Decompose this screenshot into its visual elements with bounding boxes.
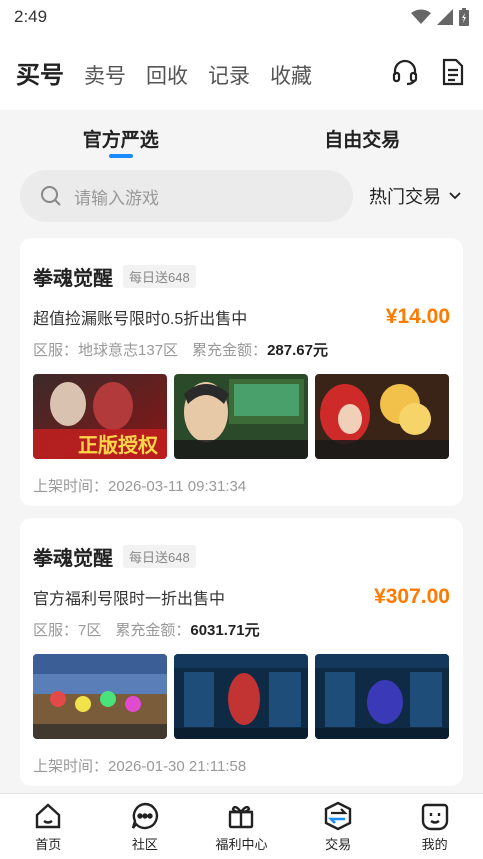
listing-card[interactable]: 拳魂觉醒 每日送648 超值捡漏账号限时0.5折出售中 ¥14.00 区服：地球…: [20, 238, 463, 506]
nav-trade[interactable]: 交易: [290, 794, 387, 859]
listing-price: ¥307.00: [374, 585, 450, 608]
nav-home[interactable]: 首页: [0, 794, 97, 859]
chevron-down-icon: [449, 192, 461, 200]
hot-trade-dropdown[interactable]: 热门交易: [369, 183, 461, 209]
listing-description: 官方福利号限时一折出售中: [33, 591, 226, 608]
customer-service-button[interactable]: [391, 58, 419, 86]
nav-trade-label: 交易: [325, 836, 352, 852]
community-icon: [131, 802, 159, 829]
top-bar: 买号 卖号 回收 记录 收藏: [0, 34, 483, 110]
game-screenshot[interactable]: 正版授权: [33, 374, 167, 459]
profile-icon: [421, 803, 448, 830]
bottom-nav: 首页 社区 福利中心 交易 我的: [0, 793, 483, 859]
recharge-value: 6031.71元: [190, 622, 260, 639]
server-label: 区服：: [33, 622, 79, 639]
listed-time: 上架时间：2026-01-30 21:11:58: [33, 755, 450, 776]
nav-home-label: 首页: [35, 836, 62, 852]
game-screenshot[interactable]: [315, 374, 449, 459]
listing-description: 超值捡漏账号限时0.5折出售中: [33, 311, 248, 328]
listed-value: 2026-03-11 09:31:34: [108, 478, 247, 495]
tab-records[interactable]: 记录: [208, 60, 250, 90]
listing-meta: 区服：7区 累充金额：6031.71元: [33, 619, 450, 640]
nav-profile[interactable]: 我的: [386, 794, 483, 859]
recharge-value: 287.67元: [267, 342, 328, 359]
listing-card[interactable]: 拳魂觉醒 每日送648 官方福利号限时一折出售中 ¥307.00 区服：7区 累充…: [20, 518, 463, 786]
server-value: 7区: [78, 622, 102, 639]
screenshot-gallery: 正版授权: [33, 374, 450, 459]
segment-free-trade[interactable]: 自由交易: [242, 110, 483, 166]
promo-tag: 每日送648: [123, 545, 196, 568]
listed-label: 上架时间：: [33, 758, 109, 775]
game-screenshot[interactable]: [33, 654, 167, 739]
top-actions: [391, 58, 467, 86]
nav-community-label: 社区: [131, 836, 158, 852]
search-row: 请输入游戏 热门交易: [20, 170, 463, 222]
tab-recycle[interactable]: 回收: [146, 60, 188, 90]
svg-text:正版授权: 正版授权: [78, 433, 159, 457]
promo-tag: 每日送648: [123, 265, 196, 288]
segment-control: 官方严选 自由交易: [0, 110, 483, 166]
game-screenshot[interactable]: [315, 654, 449, 739]
recharge-label: 累充金额：: [115, 622, 191, 639]
segment-official[interactable]: 官方严选: [0, 110, 242, 166]
headset-icon: [392, 59, 418, 86]
listing-price: ¥14.00: [385, 305, 450, 328]
wifi-icon: [411, 9, 431, 24]
tab-favorites[interactable]: 收藏: [270, 60, 312, 90]
recharge-label: 累充金额：: [192, 342, 268, 359]
document-button[interactable]: [439, 58, 467, 86]
active-underline: [108, 154, 133, 158]
game-screenshot[interactable]: [174, 654, 308, 739]
game-name: 拳魂觉醒: [33, 268, 113, 290]
status-icons: [411, 8, 469, 26]
signal-icon: [437, 9, 453, 25]
main-tabs: 买号 卖号 回收 记录 收藏: [16, 55, 391, 90]
game-name: 拳魂觉醒: [33, 548, 113, 570]
filter-label: 热门交易: [369, 187, 441, 207]
segment-official-label: 官方严选: [82, 129, 159, 151]
screenshot-gallery: [33, 654, 450, 739]
nav-profile-label: 我的: [421, 836, 448, 852]
nav-welfare-center[interactable]: 福利中心: [193, 794, 290, 859]
listed-label: 上架时间：: [33, 478, 109, 495]
search-placeholder: 请输入游戏: [74, 188, 159, 208]
listed-value: 2026-01-30 21:11:58: [108, 758, 247, 775]
gift-icon: [229, 805, 254, 828]
battery-icon: [459, 8, 469, 26]
nav-community[interactable]: 社区: [97, 794, 194, 859]
home-icon: [36, 802, 61, 828]
server-label: 区服：: [33, 342, 79, 359]
server-value: 地球意志137区: [78, 342, 179, 359]
tab-sell-account[interactable]: 卖号: [84, 60, 126, 90]
status-bar: 2:49: [0, 0, 483, 34]
trade-icon: [324, 801, 352, 830]
nav-welfare-label: 福利中心: [215, 836, 268, 852]
listing-meta: 区服：地球意志137区 累充金额：287.67元: [33, 339, 450, 360]
tab-buy-account[interactable]: 买号: [16, 55, 64, 90]
segment-free-label: 自由交易: [324, 129, 401, 151]
search-input[interactable]: 请输入游戏: [20, 170, 353, 222]
game-screenshot[interactable]: [174, 374, 308, 459]
document-icon: [442, 58, 464, 86]
listed-time: 上架时间：2026-03-11 09:31:34: [33, 475, 450, 496]
search-icon: [41, 186, 61, 206]
status-time: 2:49: [14, 7, 48, 26]
